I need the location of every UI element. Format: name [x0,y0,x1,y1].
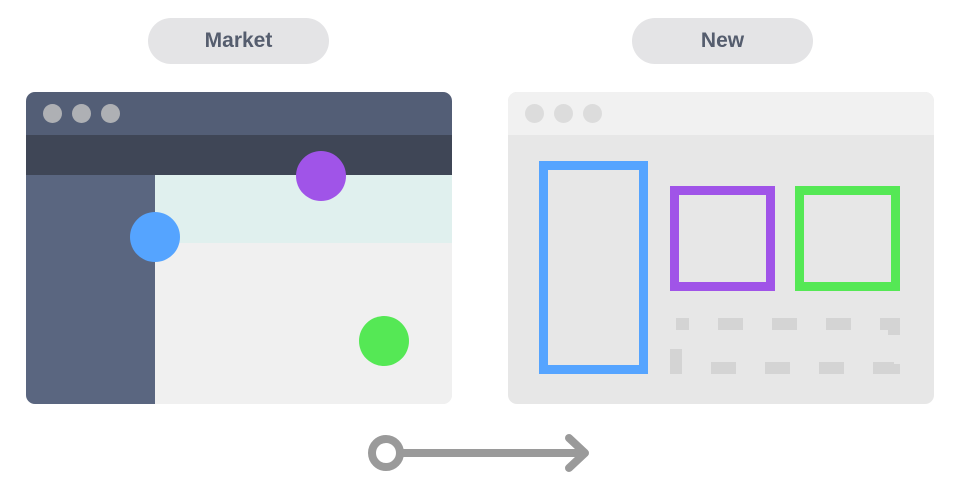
blue-marker [130,212,180,262]
window-sidebar [26,175,155,404]
new-label: New [632,18,813,64]
window-control-dot [554,104,573,123]
green-slot [795,186,900,291]
diagram: Market New [0,0,960,504]
window-control-dot [101,104,120,123]
window-control-dot [583,104,602,123]
window-control-dot [72,104,91,123]
window-toolbar [26,135,452,175]
market-label: Market [148,18,329,64]
window-control-dot [525,104,544,123]
purple-slot [670,186,775,291]
window-titlebar [508,92,934,135]
empty-dashed-slot [670,318,900,374]
purple-marker [296,151,346,201]
arrow-icon [368,434,589,472]
window-content [155,243,452,404]
window-titlebar [26,92,452,135]
window-control-dot [43,104,62,123]
blue-slot [539,161,648,374]
green-marker [359,316,409,366]
